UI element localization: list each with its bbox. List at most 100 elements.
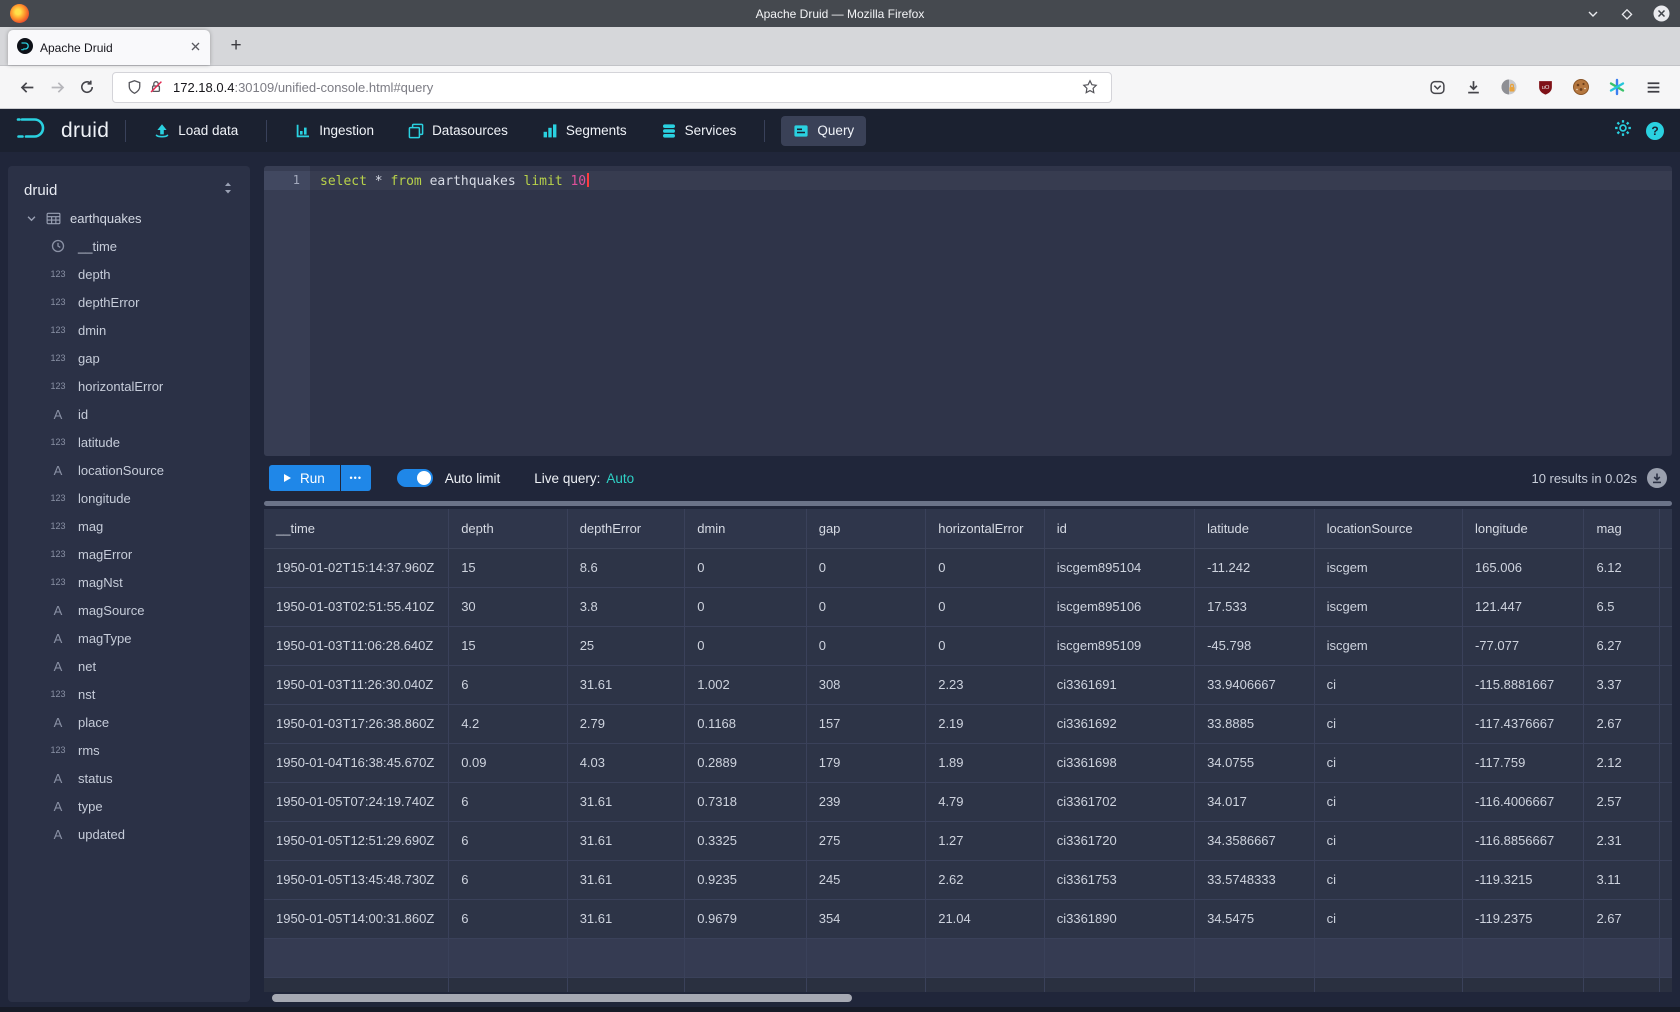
table-cell[interactable]: 33.5748333 — [1195, 861, 1315, 899]
schema-column-magSource[interactable]: AmagSource — [8, 596, 250, 624]
schema-column-net[interactable]: Anet — [8, 652, 250, 680]
table-cell[interactable]: 3.37 — [1584, 666, 1660, 704]
table-cell[interactable]: -77.077 — [1463, 627, 1585, 665]
table-cell[interactable]: -116.4006667 — [1463, 783, 1585, 821]
table-cell[interactable]: -115.8881667 — [1463, 666, 1585, 704]
column-header-depth[interactable]: depth — [449, 509, 568, 548]
table-cell[interactable] — [1660, 549, 1672, 587]
table-cell[interactable]: 34.3586667 — [1195, 822, 1315, 860]
table-cell[interactable]: ci3361692 — [1045, 705, 1195, 743]
table-cell[interactable]: ci — [1315, 900, 1463, 938]
table-cell[interactable]: 2.31 — [1584, 822, 1660, 860]
table-cell[interactable]: -11.242 — [1195, 549, 1315, 587]
column-header-__time[interactable]: __time — [264, 509, 449, 548]
table-cell[interactable]: 0.1168 — [685, 705, 807, 743]
table-cell[interactable]: -117.4376667 — [1463, 705, 1585, 743]
more-options-button[interactable]: ••• — [341, 465, 371, 491]
column-header-longitude[interactable]: longitude — [1463, 509, 1585, 548]
table-cell[interactable]: 354 — [807, 900, 927, 938]
table-cell[interactable]: 1950-01-04T16:38:45.670Z — [264, 744, 449, 782]
table-cell[interactable]: -119.2375 — [1463, 900, 1585, 938]
schema-table-earthquakes[interactable]: earthquakes — [8, 204, 250, 232]
column-header-horizontalError[interactable]: horizontalError — [926, 509, 1045, 548]
table-cell[interactable]: 34.017 — [1195, 783, 1315, 821]
table-cell[interactable]: iscgem895109 — [1045, 627, 1195, 665]
table-cell[interactable]: 0.7318 — [685, 783, 807, 821]
double-caret-icon[interactable] — [222, 181, 234, 199]
menu-icon[interactable] — [1638, 72, 1668, 102]
table-cell[interactable]: 2.67 — [1584, 705, 1660, 743]
schema-column-mag[interactable]: 123mag — [8, 512, 250, 540]
column-header-mag[interactable]: mag — [1584, 509, 1660, 548]
table-cell[interactable]: 0.2889 — [685, 744, 807, 782]
table-cell[interactable]: ci — [1315, 744, 1463, 782]
nav-item-ingestion[interactable]: Ingestion — [283, 116, 386, 146]
table-cell[interactable]: 1950-01-05T07:24:19.740Z — [264, 783, 449, 821]
close-icon[interactable] — [1652, 5, 1670, 23]
table-cell[interactable]: 1950-01-02T15:14:37.960Z — [264, 549, 449, 587]
ublock-icon[interactable]: uO — [1530, 72, 1560, 102]
table-cell[interactable]: ci3361753 — [1045, 861, 1195, 899]
browser-tab[interactable]: Apache Druid — [8, 30, 210, 65]
table-cell[interactable]: 1.27 — [926, 822, 1045, 860]
schema-column-id[interactable]: Aid — [8, 400, 250, 428]
table-cell[interactable] — [1660, 705, 1672, 743]
table-cell[interactable]: 6.5 — [1584, 588, 1660, 626]
table-cell[interactable]: ci — [1315, 705, 1463, 743]
schema-column-horizontalError[interactable]: 123horizontalError — [8, 372, 250, 400]
schema-column-__time[interactable]: __time — [8, 232, 250, 260]
table-cell[interactable]: 239 — [807, 783, 927, 821]
forward-icon[interactable] — [42, 72, 72, 102]
table-cell[interactable]: 17.533 — [1195, 588, 1315, 626]
table-cell[interactable] — [1660, 783, 1672, 821]
table-cell[interactable]: 15 — [449, 627, 568, 665]
table-cell[interactable]: ci — [1315, 861, 1463, 899]
schema-column-dmin[interactable]: 123dmin — [8, 316, 250, 344]
table-cell[interactable]: 165.006 — [1463, 549, 1585, 587]
table-cell[interactable]: -119.3215 — [1463, 861, 1585, 899]
schema-column-depthError[interactable]: 123depthError — [8, 288, 250, 316]
schema-column-gap[interactable]: 123gap — [8, 344, 250, 372]
schema-column-latitude[interactable]: 123latitude — [8, 428, 250, 456]
table-cell[interactable]: 15 — [449, 549, 568, 587]
table-cell[interactable]: 275 — [807, 822, 927, 860]
table-cell[interactable]: 31.61 — [568, 861, 686, 899]
schema-column-nst[interactable]: 123nst — [8, 680, 250, 708]
live-query-value[interactable]: Auto — [606, 471, 634, 486]
table-cell[interactable]: 4.2 — [449, 705, 568, 743]
table-cell[interactable]: 4.79 — [926, 783, 1045, 821]
table-cell[interactable]: 0 — [807, 588, 927, 626]
schema-column-place[interactable]: Aplace — [8, 708, 250, 736]
table-cell[interactable]: 1950-01-03T02:51:55.410Z — [264, 588, 449, 626]
table-cell[interactable]: 308 — [807, 666, 927, 704]
minimize-icon[interactable] — [1584, 5, 1602, 23]
scrollbar-thumb[interactable] — [272, 994, 852, 1002]
table-cell[interactable]: 2.79 — [568, 705, 686, 743]
table-cell[interactable]: ci3361890 — [1045, 900, 1195, 938]
column-header-overflow[interactable] — [1660, 509, 1672, 548]
table-cell[interactable] — [1660, 822, 1672, 860]
table-cell[interactable]: 0 — [807, 627, 927, 665]
table-cell[interactable]: 34.5475 — [1195, 900, 1315, 938]
table-cell[interactable]: 2.23 — [926, 666, 1045, 704]
table-cell[interactable] — [1660, 666, 1672, 704]
table-cell[interactable]: 121.447 — [1463, 588, 1585, 626]
schema-column-rms[interactable]: 123rms — [8, 736, 250, 764]
nav-item-segments[interactable]: Segments — [530, 116, 639, 146]
table-cell[interactable]: 25 — [568, 627, 686, 665]
chevron-down-icon[interactable] — [26, 213, 37, 224]
table-cell[interactable]: -45.798 — [1195, 627, 1315, 665]
table-cell[interactable]: 245 — [807, 861, 927, 899]
table-cell[interactable] — [1660, 588, 1672, 626]
table-cell[interactable]: 6 — [449, 861, 568, 899]
table-cell[interactable]: 1950-01-03T17:26:38.860Z — [264, 705, 449, 743]
table-cell[interactable]: 0.3325 — [685, 822, 807, 860]
downloads-icon[interactable] — [1458, 72, 1488, 102]
table-cell[interactable]: 0.09 — [449, 744, 568, 782]
table-cell[interactable]: 2.62 — [926, 861, 1045, 899]
table-cell[interactable]: iscgem — [1315, 588, 1463, 626]
table-cell[interactable]: 33.9406667 — [1195, 666, 1315, 704]
table-cell[interactable]: 4.03 — [568, 744, 686, 782]
table-cell[interactable] — [1660, 900, 1672, 938]
table-cell[interactable]: ci3361691 — [1045, 666, 1195, 704]
